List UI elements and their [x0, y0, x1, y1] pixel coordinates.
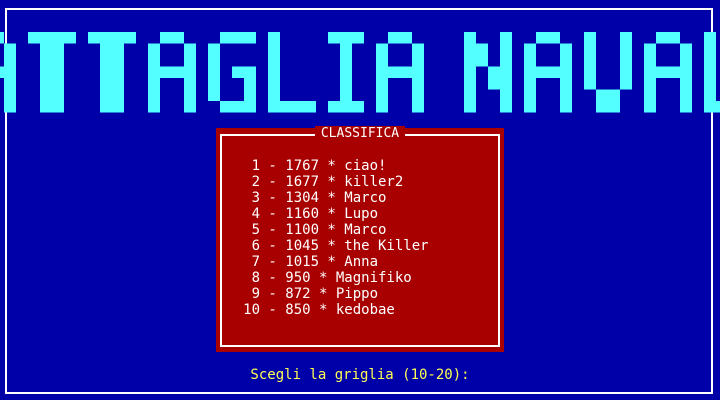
scoreboard-panel: CLASSIFICA 1 - 1767 * ciao! 2 - 1677 * ki… — [216, 126, 504, 352]
score-row: 3 - 1304 * Marco — [240, 190, 429, 206]
score-row: 8 - 950 * Magnifiko — [240, 270, 429, 286]
scoreboard-caption: CLASSIFICA — [216, 126, 504, 141]
score-row: 9 - 872 * Pippo — [240, 286, 429, 302]
score-entry: - 1100 * Marco — [260, 222, 387, 238]
score-entry: - 1015 * Anna — [260, 254, 379, 270]
score-entry: - 1045 * the Killer — [260, 238, 429, 254]
score-entry: - 1767 * ciao! — [260, 158, 387, 174]
title-letter — [464, 32, 512, 113]
score-row: 2 - 1677 * killer2 — [240, 174, 429, 190]
score-rank: 5 — [251, 222, 260, 238]
scoreboard-caption-text: CLASSIFICA — [314, 126, 406, 141]
score-row: 4 - 1160 * Lupo — [240, 206, 429, 222]
title-letter — [28, 32, 76, 113]
title-letter — [0, 32, 16, 113]
title-letter — [376, 32, 424, 113]
score-rank: 3 — [251, 190, 260, 206]
score-entry: - 1160 * Lupo — [260, 206, 379, 222]
score-row: 1 - 1767 * ciao! — [240, 158, 429, 174]
score-entry: - 1304 * Marco — [260, 190, 387, 206]
score-rank: 8 — [251, 270, 260, 286]
score-row: 10 - 850 * kedobae — [240, 302, 429, 318]
score-row: 6 - 1045 * the Killer — [240, 238, 429, 254]
score-entry: - 872 * Pippo — [260, 286, 379, 302]
title-letter — [524, 32, 572, 113]
score-entry: - 850 * kedobae — [260, 302, 395, 318]
score-entry: - 950 * Magnifiko — [260, 270, 412, 286]
title-letter — [328, 32, 364, 113]
score-entry: - 1677 * killer2 — [260, 174, 404, 190]
score-rank: 7 — [251, 254, 260, 270]
game-title-text — [0, 32, 720, 113]
title-letter — [88, 32, 136, 113]
score-rank: 4 — [251, 206, 260, 222]
game-title — [0, 20, 720, 120]
title-letter — [644, 32, 692, 113]
score-rank: 10 — [243, 302, 260, 318]
score-rank: 1 — [251, 158, 260, 174]
title-letter — [268, 32, 316, 113]
title-letter — [704, 32, 720, 113]
score-rank: 6 — [251, 238, 260, 254]
title-letter — [208, 32, 256, 113]
scoreboard-list: 1 - 1767 * ciao! 2 - 1677 * killer2 3 - 13… — [240, 158, 429, 318]
grid-size-prompt: Scegli la griglia (10-20): — [250, 367, 470, 383]
title-letter — [584, 32, 632, 113]
score-row: 7 - 1015 * Anna — [240, 254, 429, 270]
score-rank: 9 — [251, 286, 260, 302]
score-row: 5 - 1100 * Marco — [240, 222, 429, 238]
score-rank: 2 — [251, 174, 260, 190]
title-letter — [148, 32, 196, 113]
